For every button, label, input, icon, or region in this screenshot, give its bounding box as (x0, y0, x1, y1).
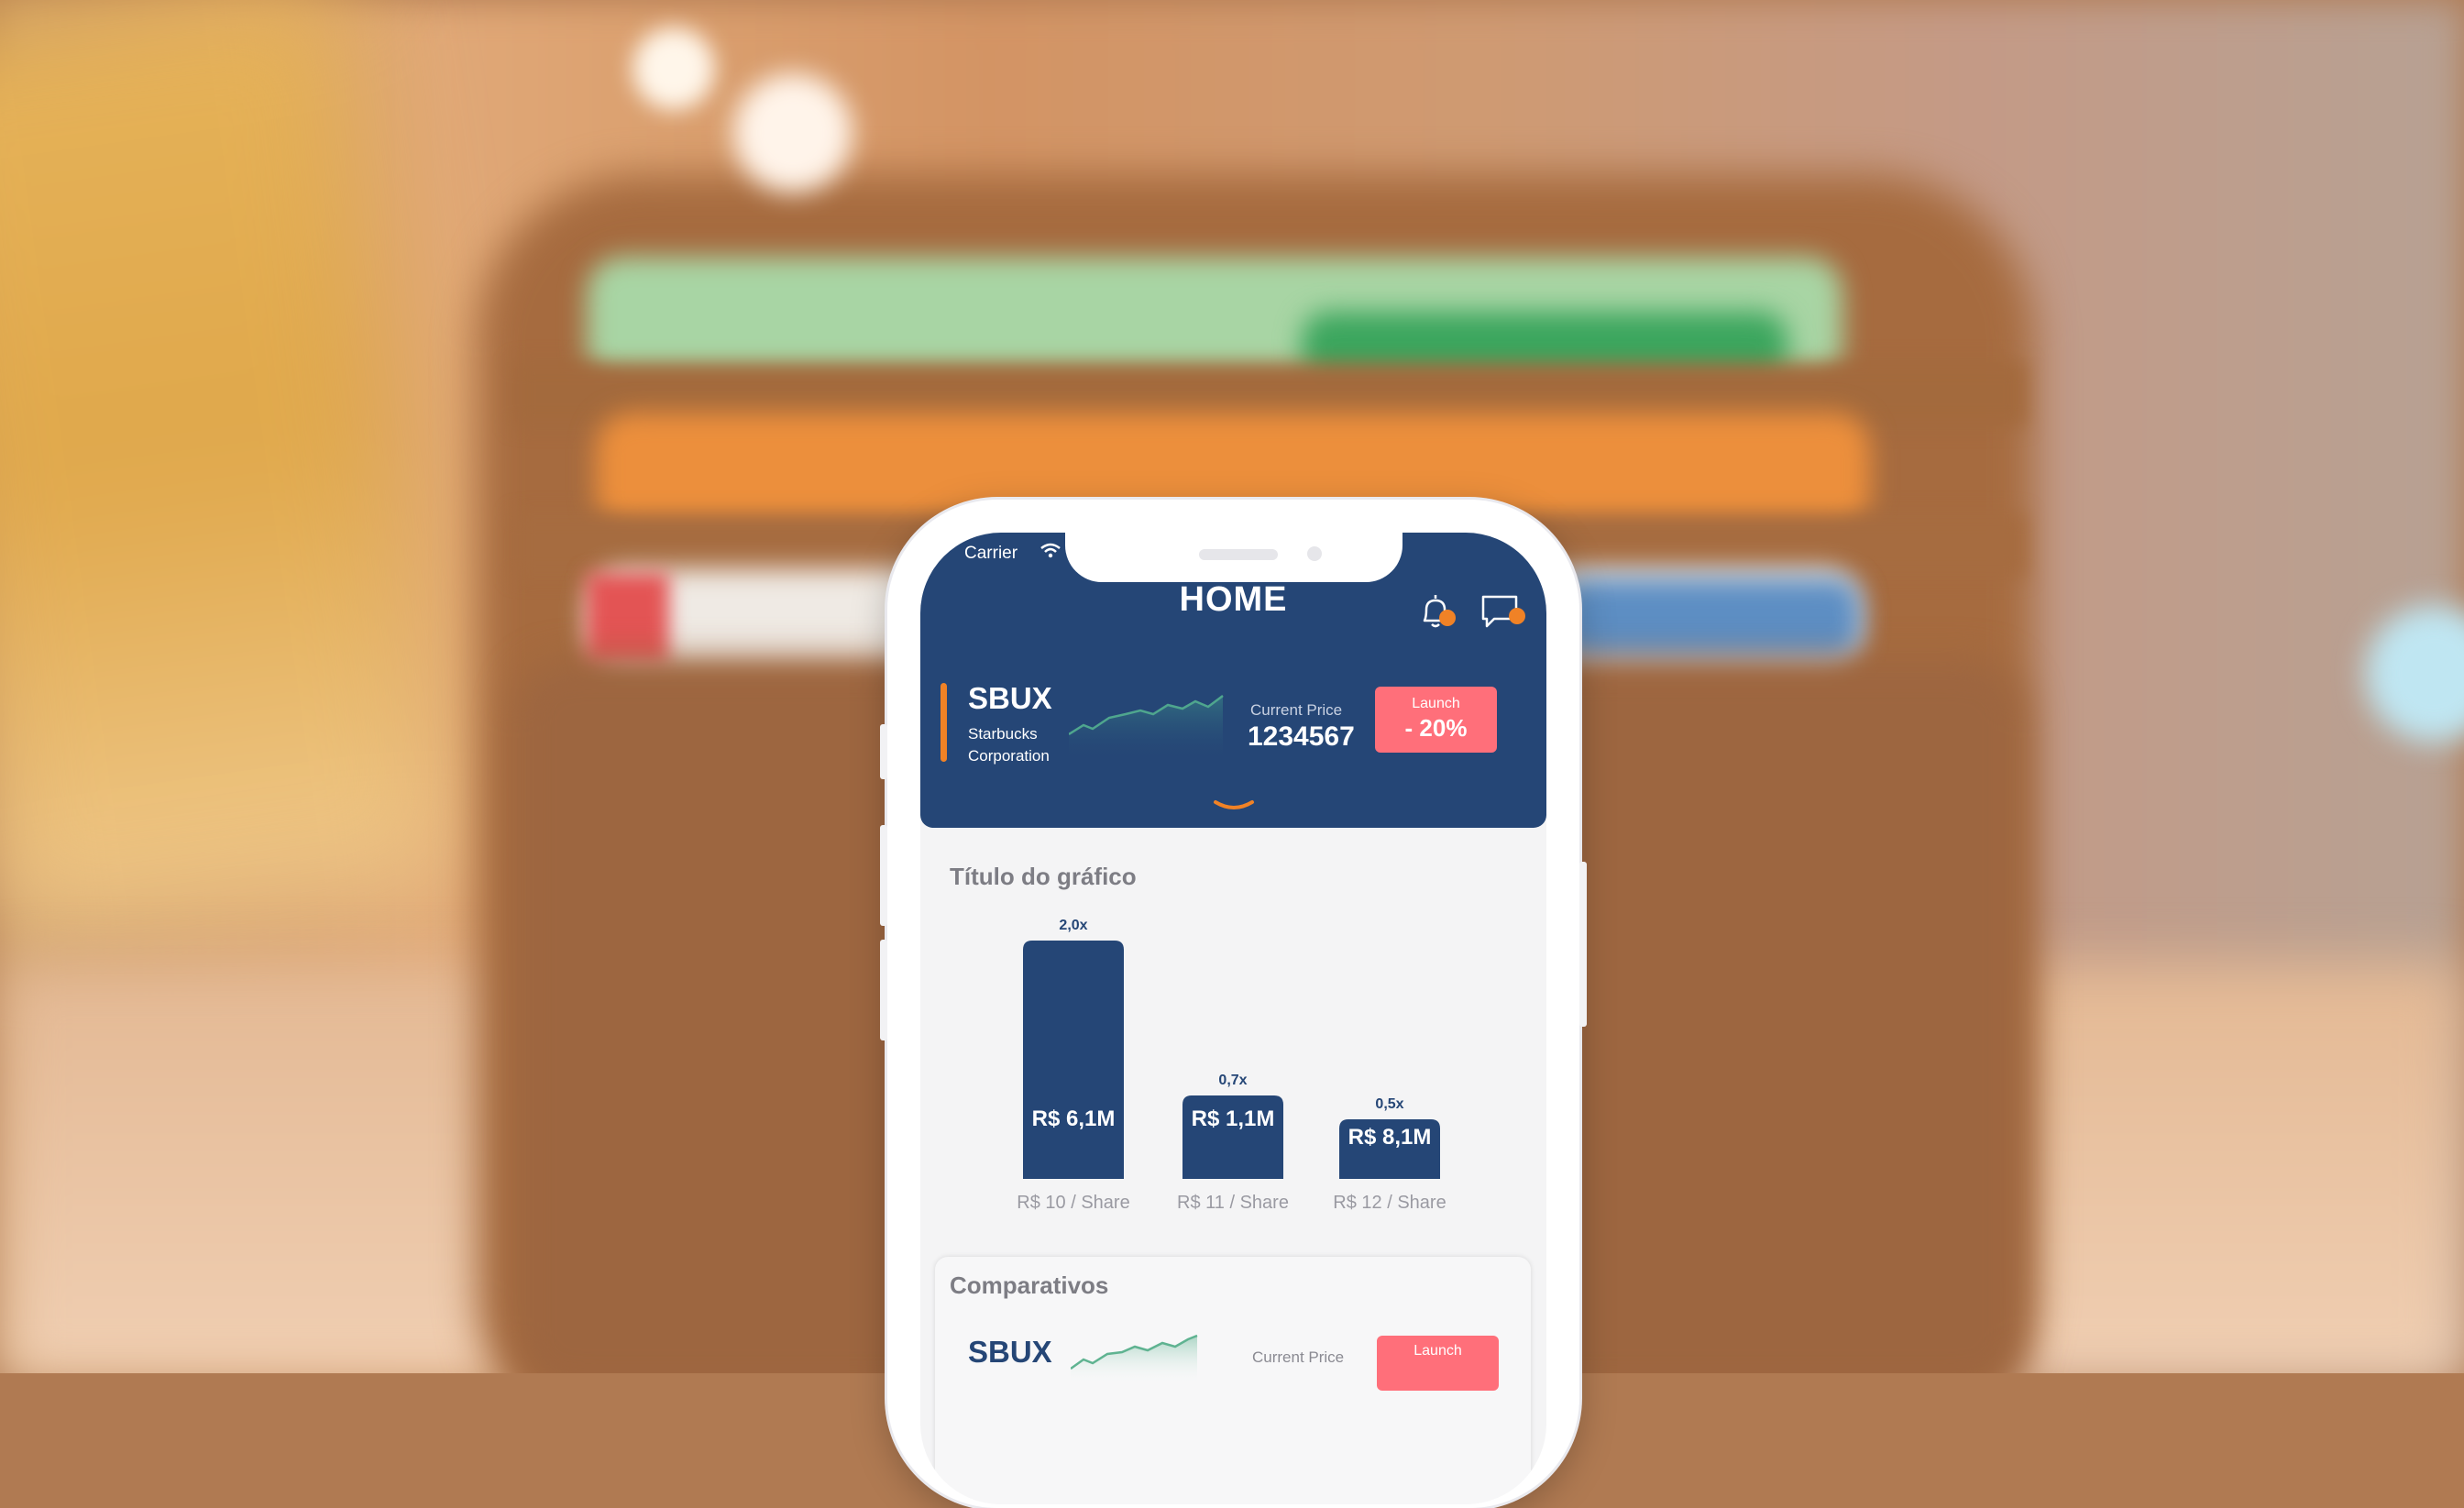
stock-ticker: SBUX (968, 681, 1052, 715)
message-badge (1509, 608, 1525, 624)
current-price-label: Current Price (1250, 701, 1343, 719)
phone-mute-switch (880, 724, 887, 779)
stock-company-name: Starbucks Corporation (968, 725, 1050, 765)
stock-summary[interactable]: SBUX Starbucks Corporation Current Price… (920, 679, 1546, 780)
background-blue-card (1558, 578, 1861, 660)
bar-value-label: R$ 1,1M (1192, 1106, 1275, 1131)
background-bokeh-light (733, 73, 852, 193)
current-price-value: 1234567 (1248, 721, 1355, 752)
stock-sparkline (1069, 695, 1224, 762)
comparativos-ticker: SBUX (968, 1335, 1052, 1369)
messages-button[interactable] (1480, 591, 1525, 632)
background-card-red-edge (587, 573, 669, 665)
app-header: Carrier HOME SBUX Starbucks Corporation … (920, 533, 1546, 828)
phone-screen: Carrier HOME SBUX Starbucks Corporation … (920, 533, 1546, 1504)
stock-accent-bar (940, 683, 947, 762)
bar-category-label: R$ 10 / Share (1017, 1193, 1129, 1213)
launch-value: - 20% (1404, 714, 1468, 742)
phone-mockup: Carrier HOME SBUX Starbucks Corporation … (880, 500, 1587, 1508)
launch-label: Launch (1412, 696, 1460, 711)
comparativos-launch-badge[interactable]: Launch (1377, 1336, 1499, 1391)
bar-top-label: 2,0x (1059, 918, 1087, 933)
chart-bar (1023, 941, 1124, 1179)
wifi-icon (1040, 543, 1061, 558)
chevron-down-icon[interactable] (1212, 798, 1256, 817)
background-bokeh-light (632, 28, 715, 110)
phone-volume-up-button (880, 825, 887, 926)
comparativos-launch-label: Launch (1414, 1343, 1462, 1359)
notification-badge (1439, 610, 1456, 626)
comparativos-sparkline (1071, 1334, 1198, 1385)
bar-category-label: R$ 12 / Share (1333, 1193, 1446, 1213)
comparativos-card[interactable]: Comparativos SBUX Current Price Launch (935, 1257, 1531, 1504)
bar-value-label: R$ 6,1M (1032, 1106, 1116, 1131)
phone-camera (1307, 546, 1322, 561)
phone-notch (1065, 533, 1402, 582)
bar-category-label: R$ 11 / Share (1177, 1193, 1289, 1213)
bar-value-label: R$ 8,1M (1348, 1125, 1432, 1150)
notifications-button[interactable] (1415, 591, 1456, 632)
launch-badge[interactable]: Launch - 20% (1375, 687, 1497, 753)
phone-volume-down-button (880, 940, 887, 1040)
phone-power-button (1579, 862, 1587, 1027)
comparativos-title: Comparativos (950, 1271, 1109, 1299)
phone-speaker (1199, 549, 1278, 560)
chart-title: Título do gráfico (950, 863, 1137, 890)
bar-chart: 2,0x R$ 6,1M R$ 10 / Share 0,7x R$ 1,1M R$ 11… (1017, 918, 1446, 1213)
comparativos-current-price-label: Current Price (1252, 1348, 1345, 1366)
carrier-label: Carrier (964, 544, 1018, 563)
bar-top-label: 0,5x (1375, 1096, 1403, 1112)
bar-top-label: 0,7x (1218, 1073, 1247, 1088)
